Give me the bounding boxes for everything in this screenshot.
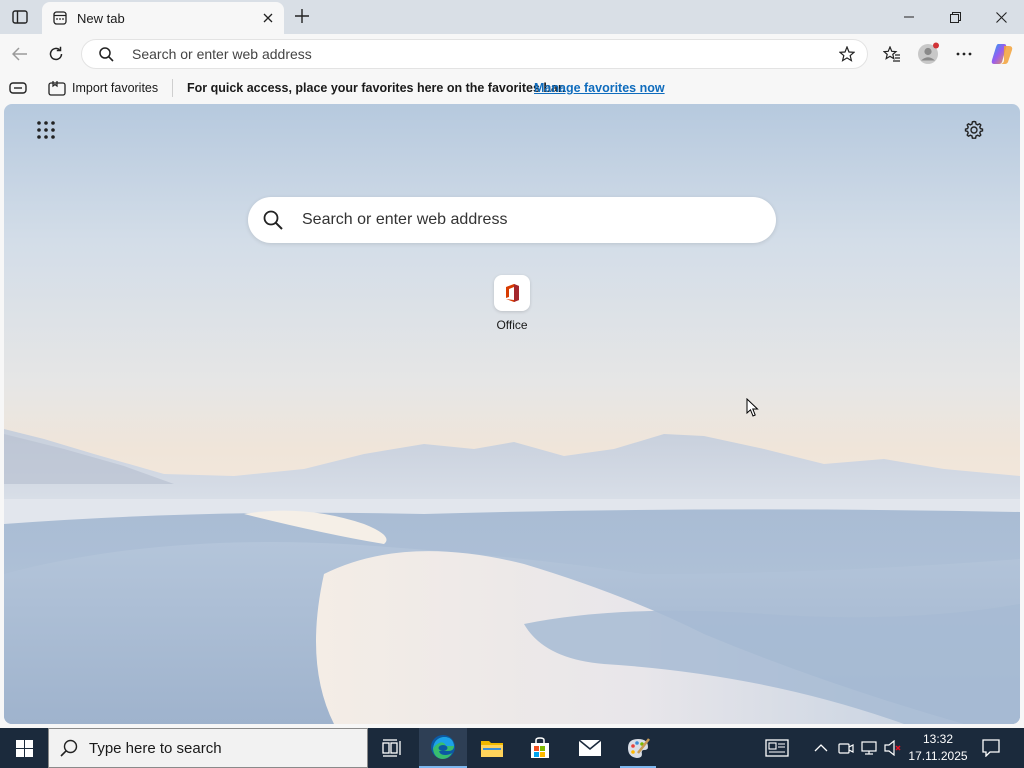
new-tab-button[interactable]	[290, 4, 314, 28]
office-tile[interactable]	[494, 275, 530, 311]
taskbar-clock[interactable]: 13:32 17.11.2025	[905, 731, 971, 765]
notification-icon	[982, 739, 1000, 757]
task-view-icon	[382, 739, 401, 757]
tab-strip: New tab	[0, 0, 1024, 34]
chevron-up-icon	[814, 744, 828, 752]
star-icon	[839, 46, 855, 62]
tab-actions-button[interactable]	[6, 4, 34, 30]
search-icon	[262, 209, 284, 231]
close-window-button[interactable]	[978, 0, 1024, 34]
task-view-button[interactable]	[368, 728, 416, 768]
network-icon	[861, 741, 877, 755]
tab-close-button[interactable]	[256, 6, 280, 30]
favorites-bar: Import favorites For quick access, place…	[0, 74, 1024, 102]
mail-icon	[578, 739, 602, 756]
taskbar-search-placeholder: Type here to search	[89, 739, 222, 757]
edge-icon	[431, 735, 455, 759]
meet-now-icon	[838, 743, 854, 754]
tab-actions-icon	[12, 10, 28, 24]
add-favorite-button[interactable]	[835, 42, 859, 66]
action-center-button[interactable]	[978, 736, 1004, 760]
collections-icon[interactable]	[9, 81, 27, 95]
taskbar: Type here to search 13:32 17.11.2025	[0, 728, 1024, 768]
clock-time: 13:32	[922, 732, 954, 746]
close-icon	[995, 11, 1007, 23]
refresh-button[interactable]	[42, 40, 70, 68]
show-hidden-icons-button[interactable]	[811, 738, 831, 758]
app-grid-icon	[37, 121, 55, 139]
refresh-icon	[49, 46, 63, 61]
avatar-icon	[918, 42, 939, 64]
apps-launcher-button[interactable]	[32, 116, 60, 144]
taskbar-file-explorer-button[interactable]	[468, 728, 516, 768]
more-icon	[956, 52, 972, 56]
ntp-search-input[interactable]	[300, 210, 776, 230]
settings-and-more-button[interactable]	[950, 40, 978, 68]
news-icon	[765, 739, 789, 757]
paint-icon	[628, 738, 650, 758]
favorites-icon	[883, 46, 900, 62]
address-input[interactable]	[130, 45, 835, 63]
new-tab-page: Office	[4, 104, 1020, 724]
taskbar-store-button[interactable]	[516, 728, 564, 768]
gear-icon	[964, 120, 984, 139]
toolbar	[0, 34, 1024, 74]
new-tab-favicon-icon	[52, 10, 68, 26]
tab-new-tab[interactable]: New tab	[42, 2, 284, 34]
profile-button[interactable]	[914, 40, 942, 68]
network-button[interactable]	[859, 738, 879, 758]
copilot-icon	[991, 44, 1013, 64]
page-settings-button[interactable]	[960, 116, 988, 144]
search-icon	[59, 738, 79, 758]
search-icon	[98, 46, 114, 62]
plus-icon	[295, 9, 309, 23]
taskbar-mail-button[interactable]	[566, 728, 614, 768]
address-bar[interactable]	[81, 39, 868, 69]
favorites-bar-message: For quick access, place your favorites h…	[187, 81, 566, 95]
minimize-icon	[904, 16, 914, 18]
office-icon	[506, 284, 519, 302]
back-button[interactable]	[6, 40, 34, 68]
store-icon	[531, 737, 549, 758]
copilot-button[interactable]	[988, 40, 1016, 68]
volume-muted-icon	[884, 740, 901, 756]
mouse-cursor-icon	[746, 398, 759, 417]
quick-link-office[interactable]: Office	[486, 275, 538, 332]
favorites-button[interactable]	[878, 40, 906, 68]
windows-logo-icon	[15, 739, 33, 757]
taskbar-search-box[interactable]: Type here to search	[48, 728, 368, 768]
taskbar-paint-button[interactable]	[614, 728, 662, 768]
restore-icon	[949, 11, 961, 23]
clock-date: 17.11.2025	[908, 749, 968, 763]
taskbar-edge-button[interactable]	[419, 728, 467, 768]
quick-link-label: Office	[496, 318, 528, 332]
tab-title: New tab	[77, 10, 125, 26]
import-favorites-label: Import favorites	[72, 81, 159, 95]
import-icon	[48, 81, 66, 96]
file-explorer-icon	[481, 741, 503, 757]
news-and-interests-button[interactable]	[764, 738, 790, 758]
import-favorites-button[interactable]: Import favorites	[48, 79, 158, 97]
ntp-search-box[interactable]	[248, 197, 776, 243]
volume-button[interactable]	[883, 738, 903, 758]
back-arrow-icon	[12, 47, 27, 61]
minimize-button[interactable]	[886, 0, 932, 34]
close-icon	[263, 13, 273, 23]
favorites-divider	[172, 79, 173, 97]
manage-favorites-link[interactable]: Manage favorites now	[534, 81, 665, 95]
meet-now-button[interactable]	[836, 738, 856, 758]
browser-window: New tab Search or enter web address Impo…	[0, 0, 1024, 728]
start-button[interactable]	[0, 728, 48, 768]
restore-button[interactable]	[932, 0, 978, 34]
